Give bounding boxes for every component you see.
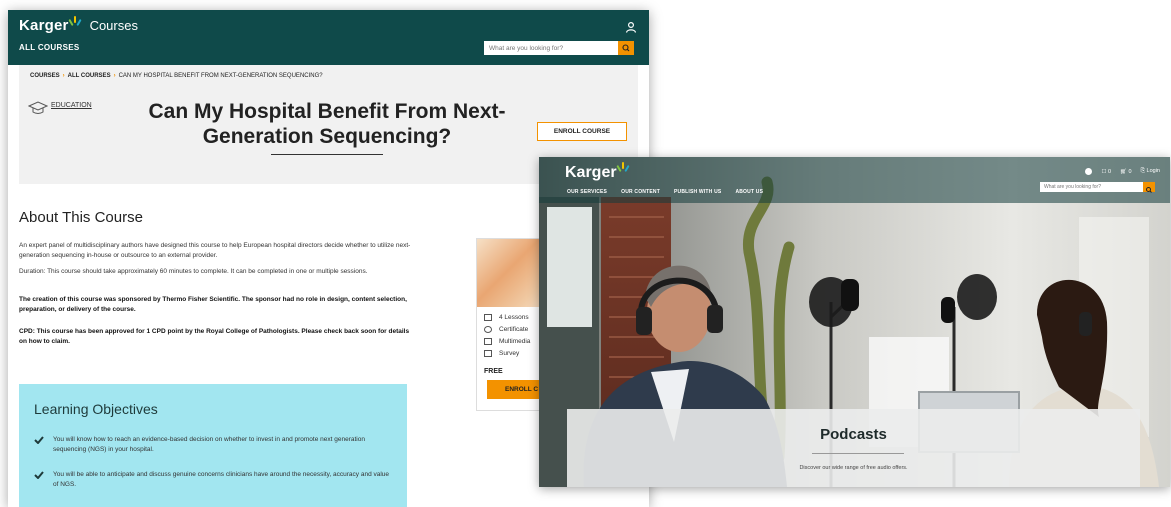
breadcrumb-current: CAN MY HOSPITAL BENEFIT FROM NEXT-GENERA… (118, 73, 323, 79)
card-item-lessons: 4 Lessons (484, 314, 529, 321)
certificate-icon (484, 326, 492, 333)
search-icon (1146, 187, 1152, 193)
category-link-education[interactable]: EDUCATION (51, 102, 92, 109)
banner-title: Podcasts (820, 426, 887, 443)
breadcrumb-courses[interactable]: COURSES (30, 73, 60, 79)
utility-bar: ☐ 0 🛒︎ 0 ⎘ Login (1085, 168, 1160, 175)
search-icon (622, 44, 630, 52)
search-input[interactable] (484, 41, 618, 55)
card-item-certificate: Certificate (484, 326, 528, 333)
nav-all-courses[interactable]: ALL COURSES (19, 43, 80, 52)
menu-publish-with-us[interactable]: PUBLISH WITH US (674, 189, 721, 195)
breadcrumb-all-courses[interactable]: ALL COURSES (68, 73, 111, 79)
learning-objectives-panel: Learning Objectives You will know how to… (19, 384, 407, 507)
breadcrumb: COURSES › ALL COURSES › CAN MY HOSPITAL BENE… (30, 73, 323, 79)
survey-icon (484, 350, 492, 357)
objective-item: You will know how to reach an evidence-b… (34, 435, 394, 454)
cart-link[interactable]: 🛒︎ 0 (1120, 169, 1132, 175)
about-cpd-note: CPD: This course has been approved for 1… (19, 328, 410, 345)
check-icon (34, 436, 44, 444)
about-description: An expert panel of multidisciplinary aut… (19, 242, 411, 259)
about-duration: Duration: This course should take approx… (19, 268, 368, 275)
search-input[interactable] (1040, 182, 1143, 192)
menu-our-content[interactable]: OUR CONTENT (621, 189, 660, 195)
podcasts-header: Karger OUR SERVICES OUR CONTENT PUBLISH … (539, 157, 1170, 203)
graduation-cap-icon (28, 101, 48, 114)
enroll-course-button[interactable]: ENROLL COURSE (537, 122, 627, 141)
podcasts-page-screenshot: Karger OUR SERVICES OUR CONTENT PUBLISH … (539, 157, 1170, 487)
user-icon[interactable] (625, 21, 637, 33)
menu-our-services[interactable]: OUR SERVICES (567, 189, 607, 195)
gear-icon[interactable] (1085, 168, 1093, 175)
learning-objectives-heading: Learning Objectives (34, 401, 158, 417)
karger-logo[interactable]: Karger (565, 162, 630, 182)
search-button[interactable] (1143, 182, 1155, 193)
check-icon (34, 471, 44, 479)
main-menu: OUR SERVICES OUR CONTENT PUBLISH WITH US… (567, 189, 763, 195)
about-sponsor-note: The creation of this course was sponsore… (19, 296, 407, 313)
card-item-multimedia: Multimedia (484, 338, 530, 345)
karger-spark-icon (615, 162, 630, 174)
karger-spark-icon (67, 15, 82, 28)
podcasts-banner: Podcasts Discover our wide range of free… (567, 409, 1140, 487)
card-item-survey: Survey (484, 350, 519, 357)
title-divider (271, 154, 383, 155)
search-button[interactable] (618, 41, 634, 55)
login-link[interactable]: ⎘ Login (1141, 168, 1160, 175)
objective-item: You will be able to anticipate and discu… (34, 470, 394, 489)
menu-about-us[interactable]: ABOUT US (735, 189, 763, 195)
list-link[interactable]: ☐ 0 (1101, 169, 1111, 175)
multimedia-icon (484, 338, 492, 345)
page-title: Can My Hospital Benefit From Next- Gener… (148, 100, 506, 148)
karger-courses-logo[interactable]: Karger Courses (19, 15, 138, 34)
courses-header: Karger Courses ALL COURSES (8, 10, 649, 65)
banner-subtitle: Discover our wide range of free audio of… (799, 465, 908, 471)
about-heading: About This Course (19, 209, 143, 226)
price-label: FREE (484, 368, 503, 375)
lessons-icon (484, 314, 492, 321)
banner-divider (812, 453, 904, 454)
